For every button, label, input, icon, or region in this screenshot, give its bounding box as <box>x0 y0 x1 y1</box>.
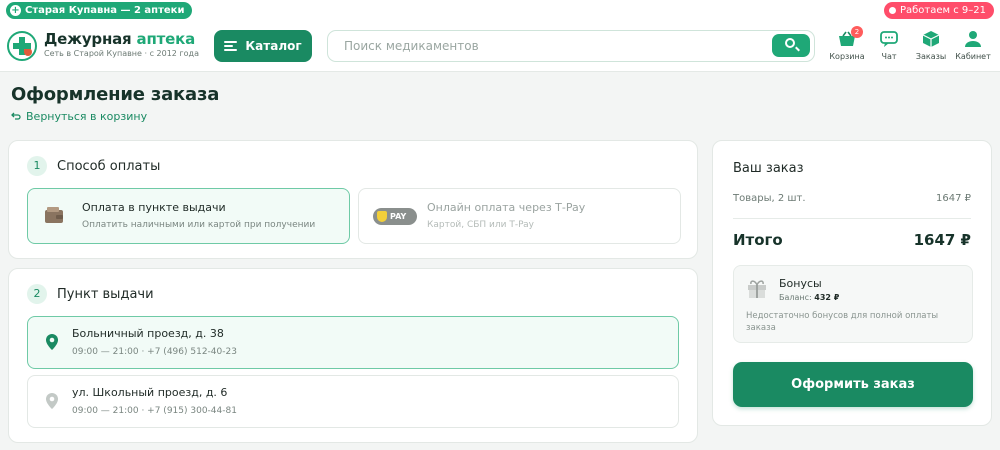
plus-icon: + <box>10 5 21 16</box>
search-input[interactable]: Поиск медикаментов <box>327 30 815 62</box>
city-selector[interactable]: + Старая Купавна — 2 аптеки <box>6 2 193 19</box>
nav-label: Чат <box>881 52 897 61</box>
cart-badge: 2 <box>851 26 863 38</box>
box-icon <box>920 28 942 50</box>
items-value: 1647 ₽ <box>936 193 971 204</box>
pickup-meta: 09:00 — 21:00 · +7 (915) 300-44-81 <box>72 406 237 416</box>
site-header: Дежурная аптека Сеть в Старой Купавне · … <box>0 22 1000 72</box>
checkout-button[interactable]: Оформить заказ <box>733 362 973 407</box>
brand-name[interactable]: Дежурная аптека <box>44 30 195 48</box>
pickup-address: Больничный проезд, д. 38 <box>72 327 224 340</box>
brand-subtitle: Сеть в Старой Купавне · с 2012 года <box>44 49 199 58</box>
bonus-balance: Баланс: 432 ₽ <box>779 293 839 302</box>
payment-option-title: Оплата в пункте выдачи <box>82 201 226 214</box>
bonus-balance-label: Баланс: <box>779 293 812 302</box>
brand-main: Дежурная <box>44 30 132 48</box>
catalog-button[interactable]: Каталог <box>214 30 312 62</box>
nav-account[interactable]: Кабинет <box>954 28 992 61</box>
pickup-address: ул. Школьный проезд, д. 6 <box>72 386 228 399</box>
brand-accent: аптека <box>136 30 196 48</box>
nav-cart[interactable]: 2 Корзина <box>828 26 866 61</box>
tpay-badge-label: PAY <box>390 212 407 221</box>
back-to-cart-link[interactable]: Вернуться в корзину <box>11 110 147 123</box>
bonus-note: Недостаточно бонусов для полной оплаты з… <box>746 311 939 333</box>
working-hours-badge: Работаем с 9–21 <box>883 2 994 19</box>
tpay-icon: PAY <box>373 208 417 225</box>
payment-option-tpay[interactable]: PAY Онлайн оплата через T‑Pay Картой, СБ… <box>358 188 681 244</box>
payment-option-subtitle: Картой, СБП или T‑Pay <box>427 220 534 230</box>
payment-option-title: Онлайн оплата через T‑Pay <box>427 201 586 214</box>
summary-title: Ваш заказ <box>733 161 804 176</box>
payment-step-header: 1 Способ оплаты <box>27 156 160 176</box>
summary-divider <box>733 218 971 219</box>
step-number: 1 <box>27 156 47 176</box>
payment-title: Способ оплаты <box>57 158 161 174</box>
back-label: Вернуться в корзину <box>26 110 148 123</box>
order-summary: Ваш заказ Товары, 2 шт. 1647 ₽ Итого 164… <box>712 140 992 426</box>
payment-option-pickup[interactable]: Оплата в пункте выдачи Оплатить наличным… <box>27 188 350 244</box>
gift-icon <box>746 277 768 303</box>
chat-icon <box>878 28 900 50</box>
pickup-title: Пункт выдачи <box>57 286 154 302</box>
user-icon <box>962 28 984 50</box>
nav-label: Кабинет <box>955 52 991 61</box>
location-pin-icon <box>45 333 59 355</box>
pickup-point-item[interactable]: Больничный проезд, д. 38 09:00 — 21:00 ·… <box>27 316 679 369</box>
menu-icon <box>224 41 238 51</box>
nav-label: Корзина <box>829 52 865 61</box>
hours-label: Работаем с 9–21 <box>899 5 986 16</box>
nav-orders[interactable]: Заказы <box>912 28 950 61</box>
payment-option-subtitle: Оплатить наличными или картой при получе… <box>82 220 316 230</box>
location-pin-icon <box>45 392 59 414</box>
items-row: Товары, 2 шт. 1647 ₽ <box>733 193 971 204</box>
search-placeholder: Поиск медикаментов <box>344 39 479 53</box>
bonus-title: Бонусы <box>779 277 822 290</box>
search-icon <box>785 38 795 48</box>
status-dot-icon <box>888 7 896 14</box>
step-number: 2 <box>27 284 47 304</box>
page-title: Оформление заказа <box>11 84 220 105</box>
header-nav: 2 Корзина Чат Заказы Кабинет <box>828 26 992 61</box>
bonus-panel: Бонусы Баланс: 432 ₽ Недостаточно бонусо… <box>733 265 973 343</box>
catalog-label: Каталог <box>245 39 302 53</box>
pickup-meta: 09:00 — 21:00 · +7 (496) 512-40-23 <box>72 347 237 357</box>
pickup-point-item[interactable]: ул. Школьный проезд, д. 6 09:00 — 21:00 … <box>27 375 679 428</box>
pickup-point-section: 2 Пункт выдачи Больничный проезд, д. 38 … <box>8 268 698 443</box>
total-value: 1647 ₽ <box>913 231 971 249</box>
items-label: Товары, 2 шт. <box>733 193 806 204</box>
total-row: Итого 1647 ₽ <box>733 231 971 249</box>
pickup-step-header: 2 Пункт выдачи <box>27 284 154 304</box>
total-label: Итого <box>733 231 783 249</box>
search-button[interactable] <box>772 34 810 57</box>
nav-label: Заказы <box>915 52 947 61</box>
top-strip: + Старая Купавна — 2 аптеки Работаем с 9… <box>0 0 1000 22</box>
pharmacy-logo-icon[interactable] <box>7 31 37 61</box>
city-label: Старая Купавна — 2 аптеки <box>25 5 185 16</box>
payment-method-section: 1 Способ оплаты Оплата в пункте выдачи О… <box>8 140 698 259</box>
nav-chat[interactable]: Чат <box>870 28 908 61</box>
return-arrow-icon <box>11 112 21 120</box>
bonus-balance-value: 432 ₽ <box>814 293 840 302</box>
wallet-icon <box>44 206 64 228</box>
